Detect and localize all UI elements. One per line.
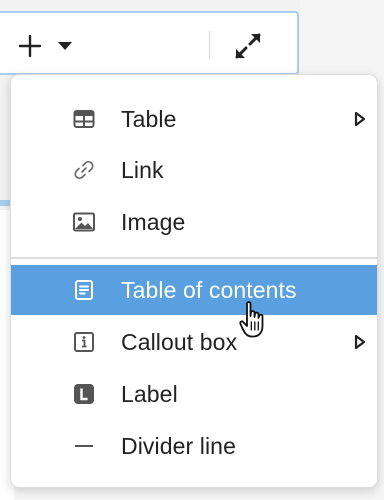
- insert-menu: Table Link Image Table of contents Callo…: [10, 74, 378, 488]
- menu-item-table-of-contents[interactable]: Table of contents: [11, 265, 377, 315]
- info-box-icon: [74, 332, 94, 352]
- menu-item-label: Link: [121, 157, 164, 183]
- menu-item-label[interactable]: Label: [11, 369, 377, 419]
- menu-item-image[interactable]: Image: [11, 197, 377, 247]
- chevron-right-icon: [354, 334, 366, 350]
- menu-item-table[interactable]: Table: [11, 94, 377, 144]
- editor-toolbar: [0, 11, 299, 75]
- menu-item-label: Divider line: [121, 433, 236, 459]
- table-of-contents-icon: [75, 280, 93, 300]
- toolbar-separator: [209, 31, 210, 59]
- menu-item-label: Callout box: [121, 329, 238, 355]
- menu-item-divider-line[interactable]: Divider line: [11, 421, 377, 471]
- divider-line-icon: [75, 445, 93, 447]
- hand-cursor-icon: [239, 301, 264, 338]
- menu-item-label: Image: [121, 209, 186, 235]
- plus-icon[interactable]: [17, 33, 43, 59]
- menu-divider: [11, 257, 377, 259]
- image-icon: [73, 212, 95, 232]
- menu-item-callout-box[interactable]: Callout box: [11, 317, 377, 367]
- caret-down-icon[interactable]: [57, 39, 73, 53]
- menu-item-link[interactable]: Link: [11, 145, 377, 195]
- menu-item-label: Table: [121, 106, 177, 132]
- expand-icon[interactable]: [232, 30, 264, 62]
- chevron-right-icon: [354, 111, 366, 127]
- table-icon: [73, 110, 95, 128]
- link-icon: [74, 160, 94, 180]
- label-icon: [74, 384, 94, 404]
- menu-item-label-text: Label: [121, 381, 178, 407]
